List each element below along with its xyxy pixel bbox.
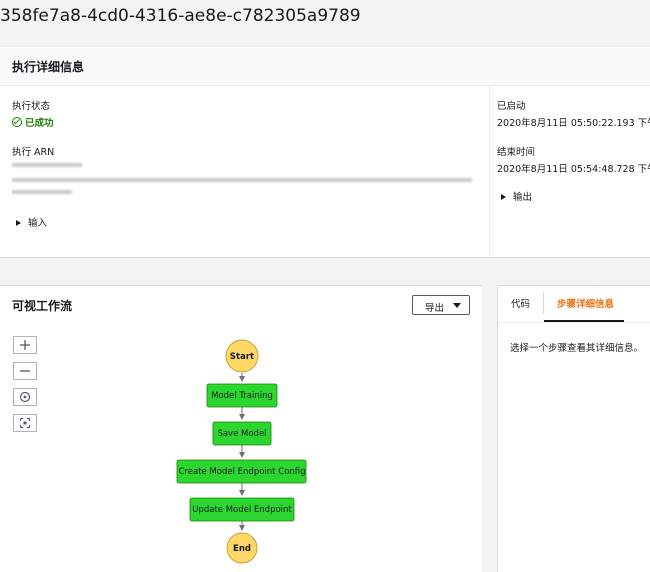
started-label: 已启动 xyxy=(497,101,526,112)
save-model-node[interactable]: Save Model xyxy=(212,421,272,446)
status-label: 执行状态 xyxy=(12,101,51,112)
tab-code[interactable]: 代码 xyxy=(511,296,530,310)
tab-separator xyxy=(543,292,544,314)
input-label: 输入 xyxy=(28,218,48,229)
model-training-node-label: Model Training xyxy=(211,391,273,401)
output-expander[interactable]: 输出 xyxy=(501,189,532,203)
tab-bar-border xyxy=(498,322,650,323)
update-endpoint-node-label: Update Model Endpoint xyxy=(192,505,292,515)
visual-workflow-panel: 可视工作流 导出 Start Model Training Save Model… xyxy=(0,285,482,572)
caret-right-icon xyxy=(16,220,21,226)
save-model-node-label: Save Model xyxy=(217,429,266,439)
details-header xyxy=(0,47,650,86)
create-endpoint-config-node[interactable]: Create Model Endpoint Config xyxy=(176,459,307,484)
step-details-hint: 选择一个步骤查看其详细信息。 xyxy=(510,343,644,354)
caret-right-icon xyxy=(501,194,506,200)
execution-details-panel: 执行详细信息 执行状态 已成功 执行 ARN 输入 已启动 2020年8月11日… xyxy=(0,46,650,258)
column-divider xyxy=(489,86,490,256)
execution-title: 358fe7a8-4cd0-4316-ae8e-c782305a9789 xyxy=(0,6,361,26)
status-value: 已成功 xyxy=(25,118,54,129)
started-value: 2020年8月11日 05:50:22.193 下午 xyxy=(497,118,650,129)
start-node-label: Start xyxy=(230,352,254,362)
status-badge: 已成功 xyxy=(12,115,54,129)
ended-label: 结束时间 xyxy=(497,147,536,158)
output-label: 输出 xyxy=(513,192,533,203)
update-endpoint-node[interactable]: Update Model Endpoint xyxy=(189,497,295,522)
end-node-label: End xyxy=(233,544,251,554)
create-endpoint-config-node-label: Create Model Endpoint Config xyxy=(179,467,306,477)
tab-step-details[interactable]: 步骤详细信息 xyxy=(557,296,614,310)
details-title: 执行详细信息 xyxy=(12,60,85,74)
arn-label: 执行 ARN xyxy=(12,147,55,158)
input-expander[interactable]: 输入 xyxy=(16,215,47,229)
ended-value: 2020年8月11日 05:54:48.728 下午 xyxy=(497,164,650,175)
check-circle-icon xyxy=(12,117,22,127)
step-details-panel: 代码 步骤详细信息 选择一个步骤查看其详细信息。 xyxy=(497,285,650,572)
workflow-graph: Start Model Training Save Model Create M… xyxy=(176,339,307,564)
start-node[interactable]: Start xyxy=(225,339,259,373)
model-training-node[interactable]: Model Training xyxy=(206,383,278,408)
end-node[interactable]: End xyxy=(226,532,258,564)
